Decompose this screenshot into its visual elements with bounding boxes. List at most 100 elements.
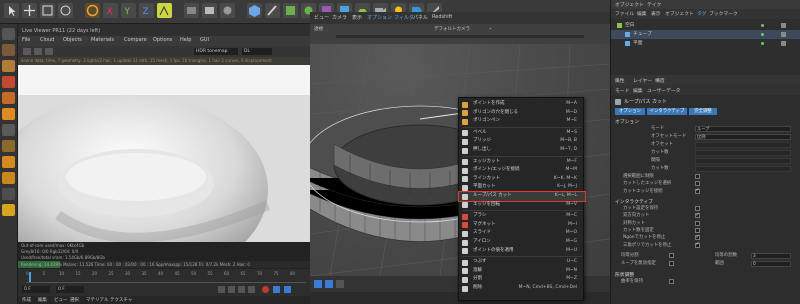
display-mode-select[interactable]: DL (242, 48, 272, 55)
option-field[interactable] (695, 149, 791, 156)
context-menu-item[interactable]: ポイントの値を適用 M~U (459, 247, 585, 256)
tab-edit[interactable]: 編集 (38, 297, 47, 303)
visibility-dot-icon[interactable] (761, 33, 764, 36)
attr-menu-userdata[interactable]: ユーザーデータ (647, 87, 680, 94)
grid-icon[interactable] (325, 280, 333, 288)
render-view-icon[interactable] (202, 3, 217, 18)
reload-icon[interactable] (45, 48, 53, 55)
lv-menu-objects[interactable]: Objects (63, 37, 82, 43)
pen-icon[interactable] (265, 3, 280, 18)
context-menu-item[interactable]: ラインカット K~K, M~K (459, 175, 585, 184)
z-axis-icon[interactable]: Z (139, 3, 154, 18)
stop-icon[interactable] (34, 48, 42, 55)
tab-texture[interactable]: テクスチャ (110, 297, 132, 303)
uv-mode-icon[interactable] (2, 156, 15, 168)
timeline[interactable]: 0 5 10 15 20 25 30 35 40 45 50 55 60 65 70 75 80 0 F 0 F… (18, 269, 310, 304)
lv-menu-file[interactable]: File (22, 37, 30, 43)
object-row[interactable]: チューブ (611, 30, 800, 39)
x-axis-icon[interactable]: X (103, 3, 118, 18)
subtab-options[interactable]: オプション (615, 108, 645, 115)
tonemap-select[interactable]: HDR tonemap (194, 48, 238, 55)
edge-mode-icon[interactable] (2, 108, 15, 120)
context-menu-item[interactable]: ブラシ M~C (459, 212, 585, 221)
goto-end-icon[interactable] (248, 286, 255, 293)
polish-left-checkbox[interactable] (669, 253, 674, 258)
option-field[interactable]: ループ (695, 125, 791, 132)
attr-menu-edit[interactable]: 編集 (633, 87, 643, 94)
vp-menu-view[interactable]: ビュー (314, 14, 329, 21)
object-name[interactable]: チューブ (633, 30, 652, 39)
point-mode-icon[interactable] (2, 92, 15, 104)
obj-menu-tag[interactable]: タグ (697, 10, 707, 17)
render-region-icon[interactable] (184, 3, 199, 18)
lock-icon[interactable] (2, 204, 15, 216)
y-axis-icon[interactable]: Y (121, 3, 136, 18)
vp-menu-camera[interactable]: カメラ (332, 14, 347, 21)
make-editable-icon[interactable] (2, 28, 15, 40)
obj-menu-edit[interactable]: 編集 (637, 10, 647, 17)
workplane-icon[interactable] (2, 188, 15, 200)
timeline-icon[interactable] (336, 280, 344, 288)
context-menu-item[interactable]: ポリゴンペン M~E (459, 117, 585, 126)
subtab-polish[interactable]: 完全調整 (689, 108, 717, 115)
axis-mode-icon[interactable] (2, 140, 15, 152)
tag-icon[interactable] (781, 41, 786, 46)
object-row[interactable]: 平面 (611, 39, 800, 48)
option-field[interactable] (695, 157, 791, 164)
scale-icon[interactable] (40, 3, 55, 18)
object-row[interactable]: 空白 (611, 21, 800, 30)
checkbox[interactable] (695, 206, 700, 211)
tab-select[interactable]: 選択 (70, 297, 79, 303)
play-icon[interactable] (23, 48, 31, 55)
lv-menu-materials[interactable]: Materials (91, 37, 114, 43)
obj-menu-file[interactable]: ファイル (615, 10, 634, 17)
viewport-slider[interactable] (336, 35, 584, 38)
checkbox[interactable] (695, 227, 700, 233)
option-field[interactable] (695, 165, 791, 172)
loop-right-field[interactable]: 0 (751, 260, 791, 267)
play-forward-icon[interactable] (238, 286, 245, 293)
attr-menu-mode[interactable]: モード (615, 87, 629, 94)
checkbox[interactable] (695, 234, 700, 241)
hud-icon[interactable] (314, 280, 322, 288)
context-menu-item[interactable]: アイロン M~G (459, 238, 585, 247)
playhead[interactable] (29, 272, 31, 282)
record-icon[interactable] (262, 286, 269, 293)
vp-menu-panel[interactable]: パネル (413, 14, 428, 21)
polish-right-field[interactable]: 3 (751, 252, 791, 259)
obj-menu-bookmark[interactable]: ブックマーク (709, 10, 738, 17)
vp-menu-options[interactable]: オプション (367, 14, 392, 21)
move-icon[interactable] (22, 3, 37, 18)
loop-left-checkbox[interactable] (669, 261, 674, 266)
shape-row-checkbox[interactable] (669, 279, 674, 284)
visibility-dot-icon[interactable] (761, 24, 764, 27)
context-menu-item[interactable]: マグネット M~I (459, 221, 585, 230)
context-menu-item[interactable]: ポイントを作成 M~A (459, 100, 585, 109)
context-menu-item[interactable]: ループ/パス カット K~L, M~L (458, 191, 586, 202)
tag-icon[interactable] (781, 23, 786, 28)
start-frame-field[interactable]: 0 F (56, 286, 84, 293)
context-menu-item[interactable]: 押し出し M~T, D (459, 146, 585, 155)
visibility-dot-icon[interactable] (761, 42, 764, 45)
render-preview[interactable] (18, 65, 310, 242)
tab-structure[interactable]: 構造 (655, 77, 665, 84)
lv-menu-cloud[interactable]: Cloud (40, 37, 54, 43)
option-field[interactable]: 比例 (695, 133, 791, 140)
rotate-icon[interactable] (58, 3, 73, 18)
vp-menu-redshift[interactable]: Redshift (432, 14, 452, 20)
option-field[interactable] (695, 141, 791, 148)
cube-icon[interactable] (247, 3, 262, 18)
context-menu-item[interactable]: 平面カット K~J, M~J (459, 183, 585, 192)
checkbox[interactable] (695, 212, 700, 219)
tab-objects[interactable]: オブジェクト (615, 1, 644, 8)
obj-menu-object[interactable]: オブジェクト (665, 10, 694, 17)
object-name[interactable]: 空白 (625, 21, 635, 30)
key-icon[interactable] (273, 286, 280, 293)
checkbox[interactable] (695, 220, 700, 226)
subdivide-icon[interactable] (283, 3, 298, 18)
tab-create[interactable]: 作成 (22, 297, 31, 303)
context-menu-item[interactable]: 溶解 M~N (459, 267, 585, 276)
recent-icon[interactable] (85, 3, 100, 18)
context-menu-item[interactable]: 分割 M~Z (459, 275, 585, 284)
cursor-icon[interactable] (4, 3, 19, 18)
